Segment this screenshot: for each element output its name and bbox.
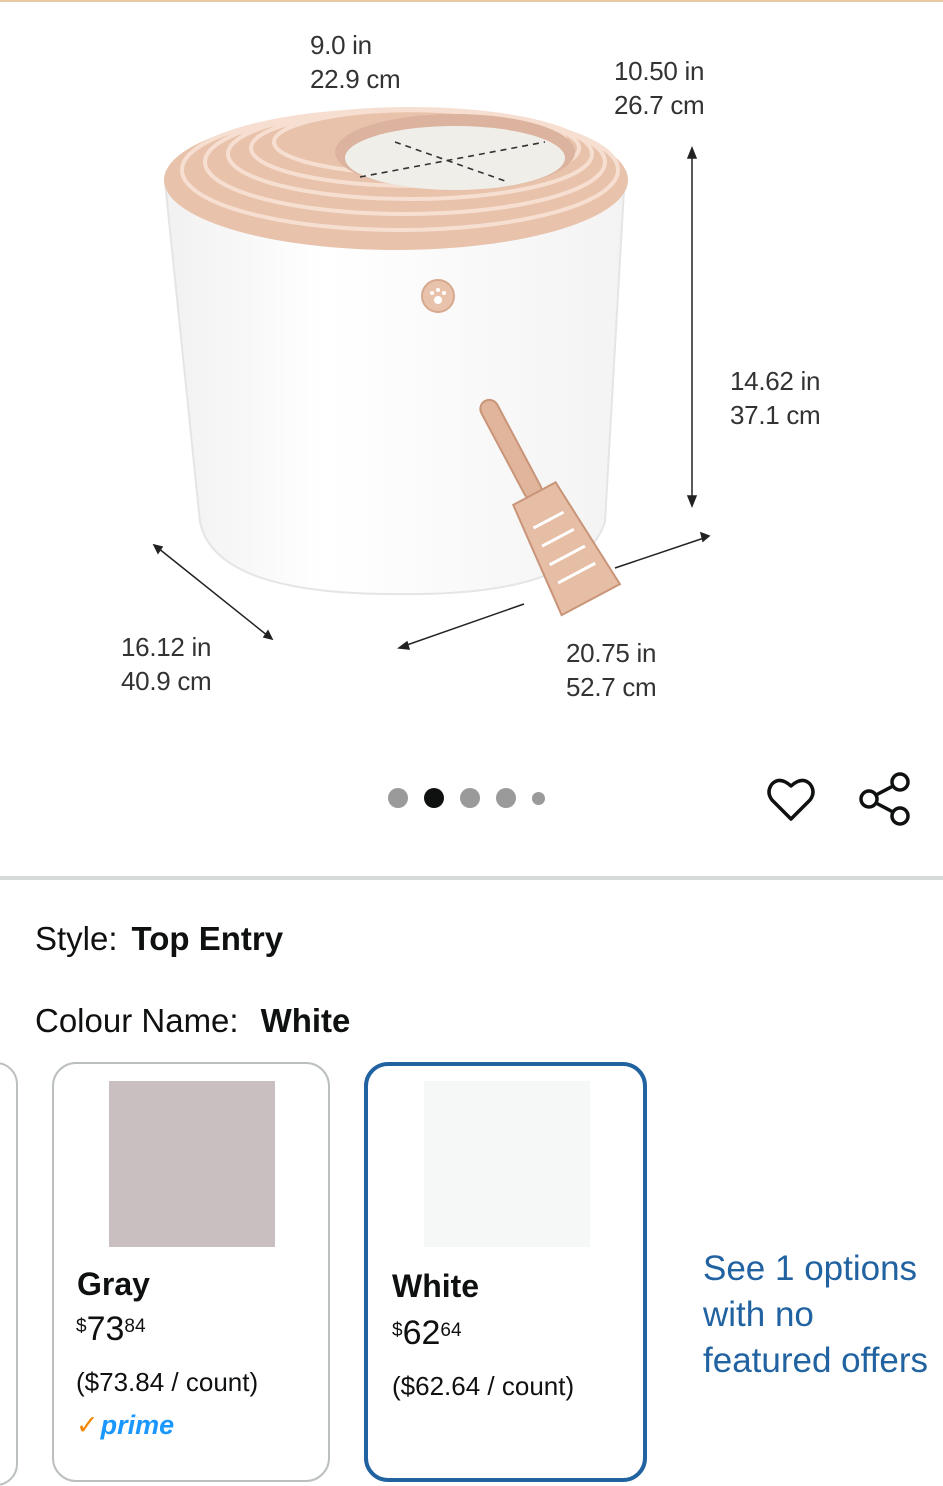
see-options-link[interactable]: See 1 options with no featured offers bbox=[703, 1246, 933, 1384]
carousel-indicator bbox=[388, 788, 545, 808]
colour-option-white[interactable]: White $6264 ($62.64 / count) bbox=[364, 1062, 647, 1482]
option-price: $6264 bbox=[392, 1314, 462, 1352]
product-image bbox=[152, 107, 711, 650]
prime-check-icon: ✓ bbox=[76, 1410, 99, 1440]
dim-width-cm: 52.7 cm bbox=[566, 672, 657, 702]
product-image-gallery[interactable]: 9.0 in 22.9 cm 10.50 in 26.7 cm 14.62 in… bbox=[0, 2, 943, 876]
dim-top-width: 9.0 in 22.9 cm bbox=[310, 28, 401, 96]
price-whole: 62 bbox=[402, 1314, 441, 1352]
section-divider bbox=[0, 876, 943, 880]
share-icon[interactable] bbox=[856, 770, 912, 828]
swatch-gray bbox=[109, 1081, 275, 1247]
dim-top-depth-cm: 26.7 cm bbox=[614, 90, 705, 120]
colour-selection: Colour Name: White bbox=[35, 1000, 350, 1042]
dim-height-in: 14.62 in bbox=[730, 366, 821, 396]
style-selection: Style: Top Entry bbox=[35, 918, 283, 960]
colour-label: Colour Name: bbox=[35, 1002, 239, 1039]
dim-height: 14.62 in 37.1 cm bbox=[730, 364, 821, 432]
dim-top-depth-in: 10.50 in bbox=[614, 56, 705, 86]
option-price: $7384 bbox=[76, 1310, 146, 1348]
dim-top-width-cm: 22.9 cm bbox=[310, 64, 401, 94]
dim-depth-in: 16.12 in bbox=[121, 632, 212, 662]
dim-depth-cm: 40.9 cm bbox=[121, 666, 212, 696]
colour-value: White bbox=[260, 1002, 351, 1039]
price-whole: 73 bbox=[86, 1310, 125, 1348]
dim-width: 20.75 in 52.7 cm bbox=[566, 636, 657, 704]
dim-width-in: 20.75 in bbox=[566, 638, 657, 668]
price-fraction: 64 bbox=[440, 1320, 462, 1341]
dim-top-width-in: 9.0 in bbox=[310, 30, 372, 60]
style-value: Top Entry bbox=[131, 920, 284, 957]
option-unit-price: ($73.84 / count) bbox=[76, 1367, 259, 1397]
prime-badge: ✓prime bbox=[76, 1410, 175, 1440]
heart-icon[interactable] bbox=[764, 772, 818, 826]
dim-depth: 16.12 in 40.9 cm bbox=[121, 630, 212, 698]
dim-top-depth: 10.50 in 26.7 cm bbox=[614, 54, 705, 122]
carousel-dot[interactable] bbox=[496, 788, 516, 808]
swatch-white bbox=[424, 1081, 590, 1247]
carousel-dot[interactable] bbox=[460, 788, 480, 808]
carousel-dot[interactable] bbox=[388, 788, 408, 808]
price-fraction: 84 bbox=[124, 1316, 146, 1337]
previous-option-card[interactable] bbox=[0, 1062, 18, 1486]
style-label: Style: bbox=[35, 920, 118, 957]
option-name: White bbox=[392, 1268, 480, 1304]
option-name: Gray bbox=[77, 1266, 150, 1302]
option-unit-price: ($62.64 / count) bbox=[392, 1371, 575, 1401]
colour-option-gray[interactable]: Gray $7384 ($73.84 / count) ✓prime bbox=[52, 1062, 330, 1482]
carousel-dot[interactable] bbox=[532, 791, 545, 805]
dim-height-cm: 37.1 cm bbox=[730, 400, 821, 430]
carousel-dot-active[interactable] bbox=[424, 788, 444, 808]
